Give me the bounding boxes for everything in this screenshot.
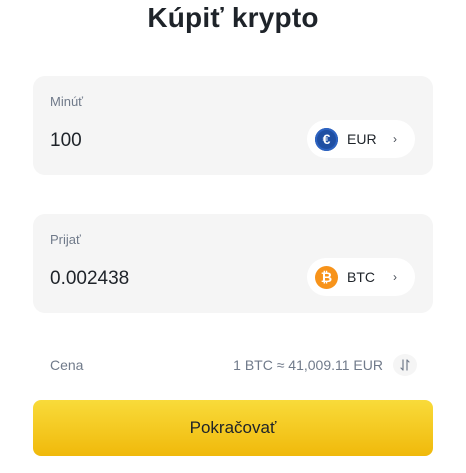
price-label: Cena	[50, 357, 84, 373]
continue-button[interactable]: Pokračovať	[33, 400, 433, 456]
euro-icon: €	[315, 127, 338, 151]
receive-currency-code: BTC	[347, 269, 375, 285]
page-title: Kúpiť krypto	[147, 2, 319, 33]
receive-currency-selector[interactable]: ₿ BTC ›	[307, 258, 415, 296]
receive-label: Prijať	[50, 232, 81, 247]
bitcoin-icon: ₿	[315, 265, 338, 289]
chevron-right-icon: ›	[393, 132, 397, 146]
price-row: Cena 1 BTC ≈ 41,009.11 EUR	[50, 354, 417, 376]
swap-icon[interactable]	[393, 354, 417, 376]
spend-card: Minúť 100 € EUR ›	[33, 76, 433, 175]
receive-amount-input[interactable]: 0.002438	[50, 268, 129, 290]
price-value: 1 BTC ≈ 41,009.11 EUR	[233, 357, 383, 373]
receive-card: Prijať 0.002438 ₿ BTC ›	[33, 214, 433, 313]
spend-currency-code: EUR	[347, 131, 377, 147]
chevron-right-icon: ›	[393, 270, 397, 284]
spend-amount-input[interactable]: 100	[50, 130, 82, 152]
spend-label: Minúť	[50, 94, 84, 109]
spend-currency-selector[interactable]: € EUR ›	[307, 120, 415, 158]
